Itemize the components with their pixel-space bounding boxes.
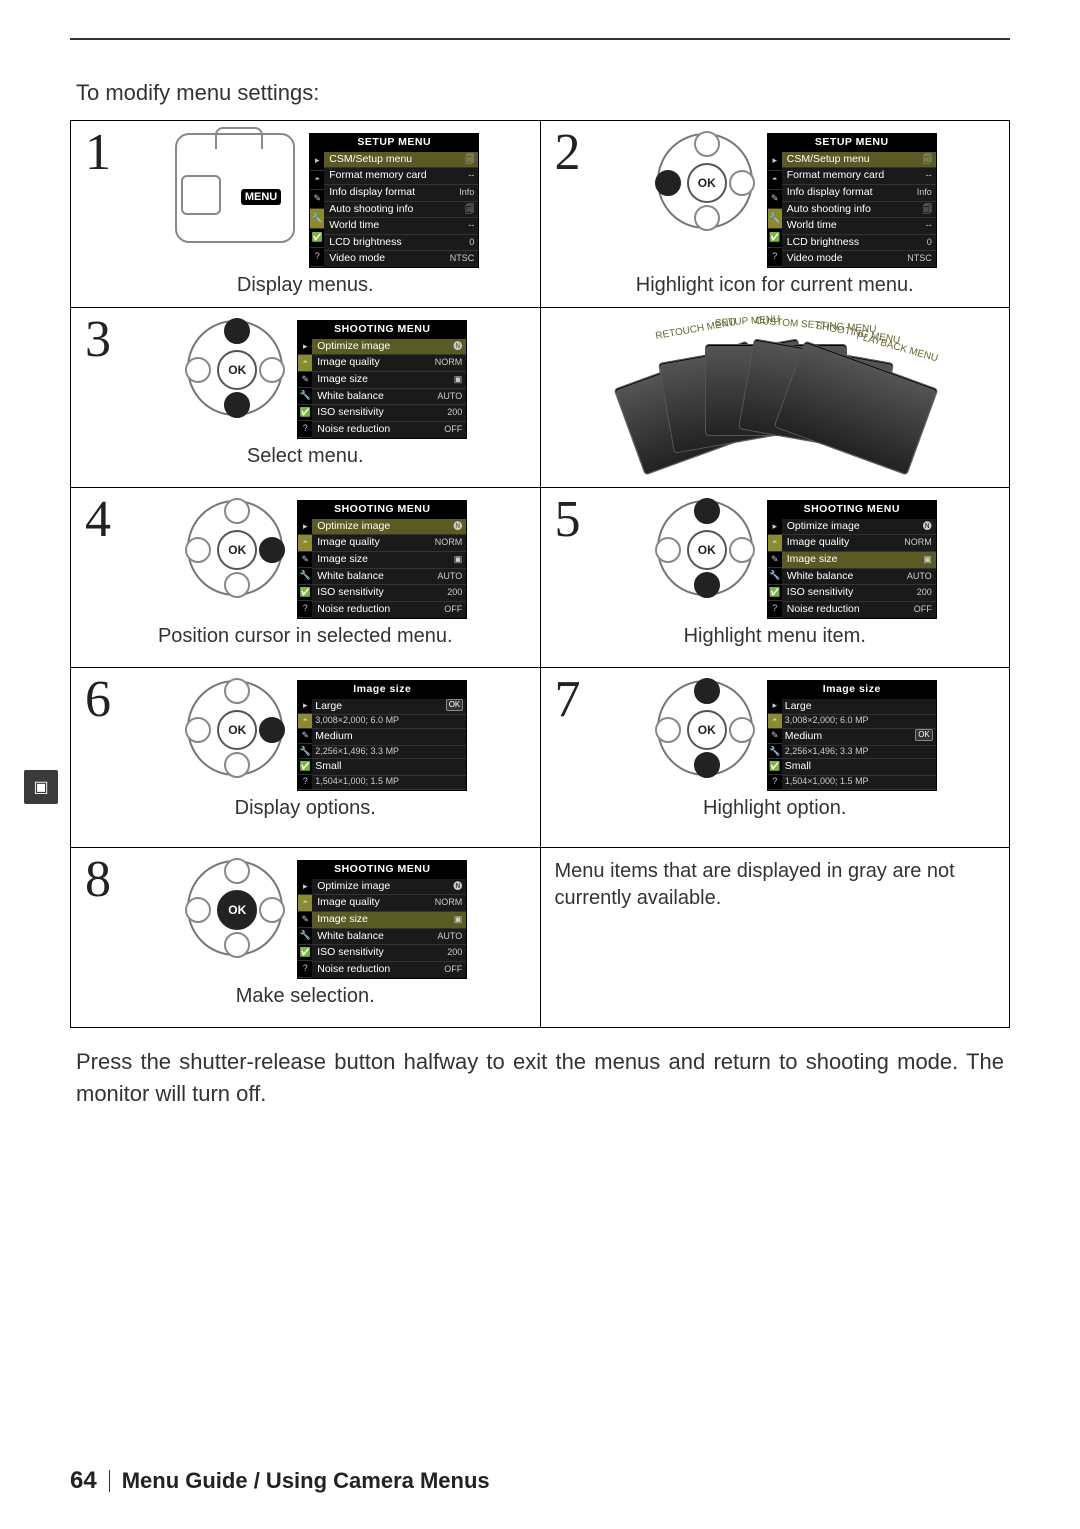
menu-button-label: MENU [241,189,281,205]
multi-selector: OK [187,680,283,776]
chapter-tab-icon: ▣ [24,770,58,804]
lcd-title: SHOOTING MENU [298,321,466,339]
step-number: 7 [555,674,581,726]
ok-button: OK [687,710,727,750]
step-5-cell: 5 OK SHOOTING MENU ▸◓✎🔧✅? Optimize image… [541,488,1011,668]
step-caption: Make selection. [81,985,530,1008]
note-cell: Menu items that are displayed in gray ar… [541,848,1011,1028]
step-8-cell: 8 OK SHOOTING MENU ▸◓✎🔧✅? Optimize image… [71,848,541,1028]
setup-list: CSM/Setup menu🗐Format memory card--Info … [324,152,478,267]
page-footer: 64 Menu Guide / Using Camera Menus [70,1467,490,1495]
step-2-cell: 2 OK SETUP MENU ▸◓✎🔧✅? CSM/Setup menu🗐Fo… [541,121,1011,308]
top-rule [70,38,1010,40]
step-caption: Highlight option. [551,797,1000,820]
lcd-shooting-menu: SHOOTING MENU ▸◓✎🔧✅? Optimize image🅝Imag… [297,320,467,438]
step-1-cell: 1 MENU SETUP MENU ▸◓✎🔧✅? CSM/Setup menu🗐… [71,121,541,308]
step-number: 8 [85,854,111,906]
dpad-left-highlight [655,170,681,196]
camera-body-illustration: MENU [175,133,295,243]
ok-button: OK [687,530,727,570]
step-6-cell: 6 OK Image size ▸◓✎🔧✅? LargeOK3,008×2,00… [71,668,541,848]
gray-note: Menu items that are displayed in gray ar… [555,860,955,909]
lcd-title: SETUP MENU [310,134,478,152]
step-number: 5 [555,494,581,546]
steps-grid: 1 MENU SETUP MENU ▸◓✎🔧✅? CSM/Setup menu🗐… [70,120,1010,1028]
step-3-cell: 3 OK SHOOTING MENU ▸◓✎🔧✅? Optimize image [71,308,541,488]
step-caption: Position cursor in selected menu. [81,625,530,648]
intro-text: To modify menu settings: [76,80,1010,106]
lcd-setup-menu: SETUP MENU ▸◓✎🔧✅? CSM/Setup menu🗐Format … [309,133,479,268]
multi-selector: OK [657,680,753,776]
lcd-image-size: Image size ▸◓✎🔧✅? Large3,008×2,000; 6.0 … [767,680,937,791]
manual-page: To modify menu settings: ▣ 1 MENU SETUP … [0,0,1080,1529]
step-caption: Display options. [81,797,530,820]
step-number: 1 [85,127,111,179]
lcd-shooting-menu: SHOOTING MENU ▸◓✎🔧✅? Optimize image🅝Imag… [767,500,937,618]
lcd-shooting-menu: SHOOTING MENU ▸◓✎🔧✅? Optimize image🅝Imag… [297,500,467,618]
step-number: 3 [85,314,111,366]
footer-title: Menu Guide / Using Camera Menus [122,1468,490,1494]
menu-fan-illustration: RETOUCH MENU SETUP MENU CUSTOM SETTING M… [615,316,935,466]
step-7-cell: 7 OK Image size ▸◓✎🔧✅? Large3,008×2,000;… [541,668,1011,848]
lcd-image-size: Image size ▸◓✎🔧✅? LargeOK3,008×2,000; 6.… [297,680,467,791]
menu-fan-cell: RETOUCH MENU SETUP MENU CUSTOM SETTING M… [541,308,1011,488]
page-number: 64 [70,1467,97,1495]
lcd-title: SHOOTING MENU [298,861,466,879]
lcd-title: SHOOTING MENU [768,501,936,519]
lcd-title: Image size [298,681,466,699]
outro-text: Press the shutter-release button halfway… [76,1046,1004,1110]
step-caption: Display menus. [81,274,530,297]
lcd-shooting-menu: SHOOTING MENU ▸◓✎🔧✅? Optimize image🅝Imag… [297,860,467,978]
step-caption: Highlight menu item. [551,625,1000,648]
step-caption: Highlight icon for current menu. [551,274,1000,297]
multi-selector: OK [187,860,283,956]
lcd-title: Image size [768,681,936,699]
multi-selector: OK [187,320,283,416]
step-number: 4 [85,494,111,546]
multi-selector: OK [657,133,753,229]
step-number: 6 [85,674,111,726]
lcd-setup-menu: SETUP MENU ▸◓✎🔧✅? CSM/Setup menu🗐Format … [767,133,937,268]
lcd-title: SHOOTING MENU [298,501,466,519]
step-caption: Select menu. [81,445,530,468]
lcd-title: SETUP MENU [768,134,936,152]
step-4-cell: 4 OK SHOOTING MENU ▸◓✎🔧✅? Optimize image… [71,488,541,668]
multi-selector: OK [187,500,283,596]
step-number: 2 [555,127,581,179]
ok-button: OK [687,163,727,203]
multi-selector: OK [657,500,753,596]
